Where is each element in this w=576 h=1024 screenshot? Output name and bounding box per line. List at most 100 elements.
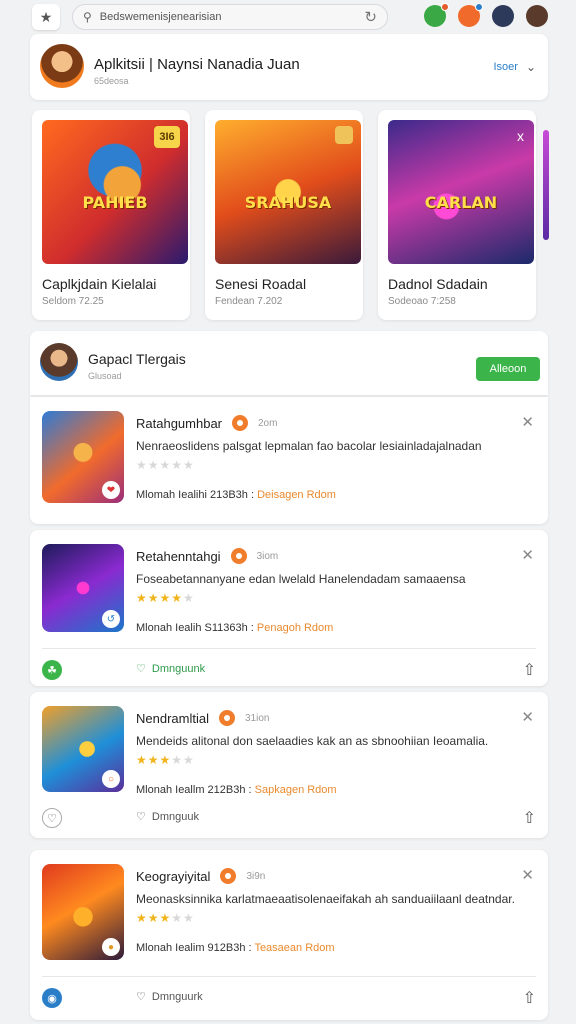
coin-icon: ● [102,938,120,956]
item-time: 31ion [244,712,270,724]
item-footer-main: Mlonah Iealim 912B3h : [136,942,252,954]
divider [42,976,536,977]
featured-meta: Sodeoao 7:258 [388,296,456,307]
refresh-icon: ↺ [102,610,120,628]
item-description: Meonasksinnika karlatmaeaatisolenaeifaka… [136,892,515,906]
top-bar: ★ ⚲ Bedswemenisjenearisian ↻ [0,0,576,34]
like-action[interactable]: ♡ Dmnguurk [136,990,203,1004]
thumbnail-logo: SRAHUSA [244,193,332,213]
avatar-1[interactable] [424,3,449,27]
item-footer-link[interactable]: Sapkagen Rdom [255,784,337,796]
heart-icon: ♡ [136,991,146,1003]
featured-badge: 3I6 [154,126,180,148]
avatar[interactable] [40,343,78,381]
featured-card[interactable]: x CARLAN Dadnol Sdadain Sodeoao 7:258 [378,110,536,320]
status-dot-icon [220,868,237,884]
close-icon[interactable]: ✕ [521,708,534,726]
chevron-down-icon: ⌄ [525,60,536,74]
item-footer: Mlomah Iealihi 213B3h : Deisagen Rdom [136,489,336,501]
item-footer-main: Mlomah Iealihi 213B3h : [136,489,255,501]
page-subtitle: 65deosa [94,76,129,86]
search-icon: ⚲ [83,10,92,24]
featured-badge [335,126,353,144]
featured-card-peek[interactable] [543,130,549,240]
rating-stars: ★★★★★ [136,458,195,472]
item-description: Nenraeoslidens palsgat lepmalan fao baco… [136,439,482,453]
profile-header: Aplkitsii | Naynsi Nanadia Juan 65deosa … [30,34,548,100]
like-action[interactable]: ♡ Dmnguuk [136,810,199,824]
like-action[interactable]: ♡ Dmnguunk [136,662,206,676]
list-item[interactable]: ↺ Retahenntahgi 3iom Foseabetannanyane e… [30,530,548,686]
search-bar[interactable]: ⚲ Bedswemenisjenearisian ↻ [72,4,388,30]
share-icon[interactable]: ⇧ [523,808,536,828]
item-description: Mendeids alitonal don saelaadies kak an … [136,734,489,748]
star-icon: ★ [39,8,53,25]
thumbnail-logo: CARLAN [424,193,498,213]
badge-icon: ○ [102,770,120,788]
share-icon[interactable]: ⇧ [523,660,536,680]
item-title-row: Ratahgumhbar 2om [136,415,277,431]
heart-icon[interactable]: ♡ [42,808,62,828]
item-time: 2om [258,417,278,429]
close-icon[interactable]: ✕ [521,546,534,564]
item-icon: ○ [42,706,124,792]
list-item[interactable]: ● Keograyiyital 3i9n Meonasksinnika karl… [30,850,548,1020]
reload-icon[interactable]: ↻ [364,8,377,26]
rating-stars: ★★★★★ [136,591,195,605]
featured-card[interactable]: 3I6 PAHIEB Caplkjdain Kielalai Seldom 72… [32,110,190,320]
page-title: Aplkitsii | Naynsi Nanadia Juan [94,56,300,73]
like-label: Dmnguuk [151,810,199,823]
item-title-row: Keograyiyital 3i9n [136,868,265,884]
heart-icon: ♡ [136,811,146,823]
item-title: Nendramltial [136,710,209,726]
search-input[interactable]: Bedswemenisjenearisian [100,11,365,23]
share-icon[interactable]: ⇧ [523,988,536,1008]
featured-card[interactable]: SRAHUSA Senesi Roadal Fendean 7.202 [205,110,363,320]
list-item[interactable]: ❤ Ratahgumhbar 2om Nenraeoslidens palsga… [30,397,548,524]
item-footer: Mlonah Ieallm 212B3h : Sapkagen Rdom [136,784,337,796]
status-dot-icon [230,548,247,564]
item-title: Retahenntahgi [136,548,221,564]
item-time: 3i9n [246,870,266,882]
leaf-icon[interactable]: ☘ [42,660,62,680]
header-link-label: Isoer [493,61,518,73]
featured-meta: Fendean 7.202 [215,296,283,307]
divider [42,648,536,649]
notification-dot [475,3,483,11]
item-footer-link[interactable]: Teasaean Rdom [254,942,334,954]
featured-name: Senesi Roadal [215,276,307,292]
item-footer: Mlonah Iealim 912B3h : Teasaean Rdom [136,942,335,954]
featured-thumbnail: x CARLAN [388,120,534,264]
avatar-3[interactable] [492,5,514,27]
item-title: Ratahgumhbar [136,415,222,431]
featured-thumbnail: 3I6 PAHIEB [42,120,188,264]
like-label: Dmnguurk [151,990,203,1003]
item-footer: Mlonah Iealih S11363h : Penagoh Rdom [136,622,333,634]
home-button[interactable]: ★ [32,4,60,30]
list-item[interactable]: ○ Nendramltial 31ion Mendeids alitonal d… [30,692,548,838]
item-footer-link[interactable]: Deisagen Rdom [257,489,336,501]
avatar-2[interactable] [458,3,483,27]
avatar[interactable] [40,44,84,88]
globe-icon[interactable]: ◉ [42,988,62,1008]
header-dropdown[interactable]: Isoer ⌄ [493,60,536,74]
avatar-4[interactable] [526,5,548,27]
close-icon[interactable]: ✕ [521,866,534,884]
item-time: 3iom [256,550,279,562]
close-icon[interactable]: x [517,128,524,144]
follow-button[interactable]: Alleoon [476,357,540,381]
status-dot-icon [232,415,248,431]
item-icon: ● [42,864,124,960]
featured-name: Dadnol Sdadain [388,276,488,292]
featured-meta: Seldom 72.25 [42,296,104,307]
item-icon: ↺ [42,544,124,632]
section-title: Gapacl Tlergais [88,351,186,367]
featured-name: Caplkjdain Kielalai [42,276,157,292]
item-title-row: Retahenntahgi 3iom [136,548,278,564]
close-icon[interactable]: ✕ [521,413,534,431]
item-footer-link[interactable]: Penagoh Rdom [257,622,333,634]
item-footer-main: Mlonah Iealih S11363h : [136,622,254,634]
item-description: Foseabetannanyane edan lwelald Hanelenda… [136,572,466,586]
heart-icon: ♡ [136,663,146,675]
like-label: Dmnguunk [151,662,206,675]
